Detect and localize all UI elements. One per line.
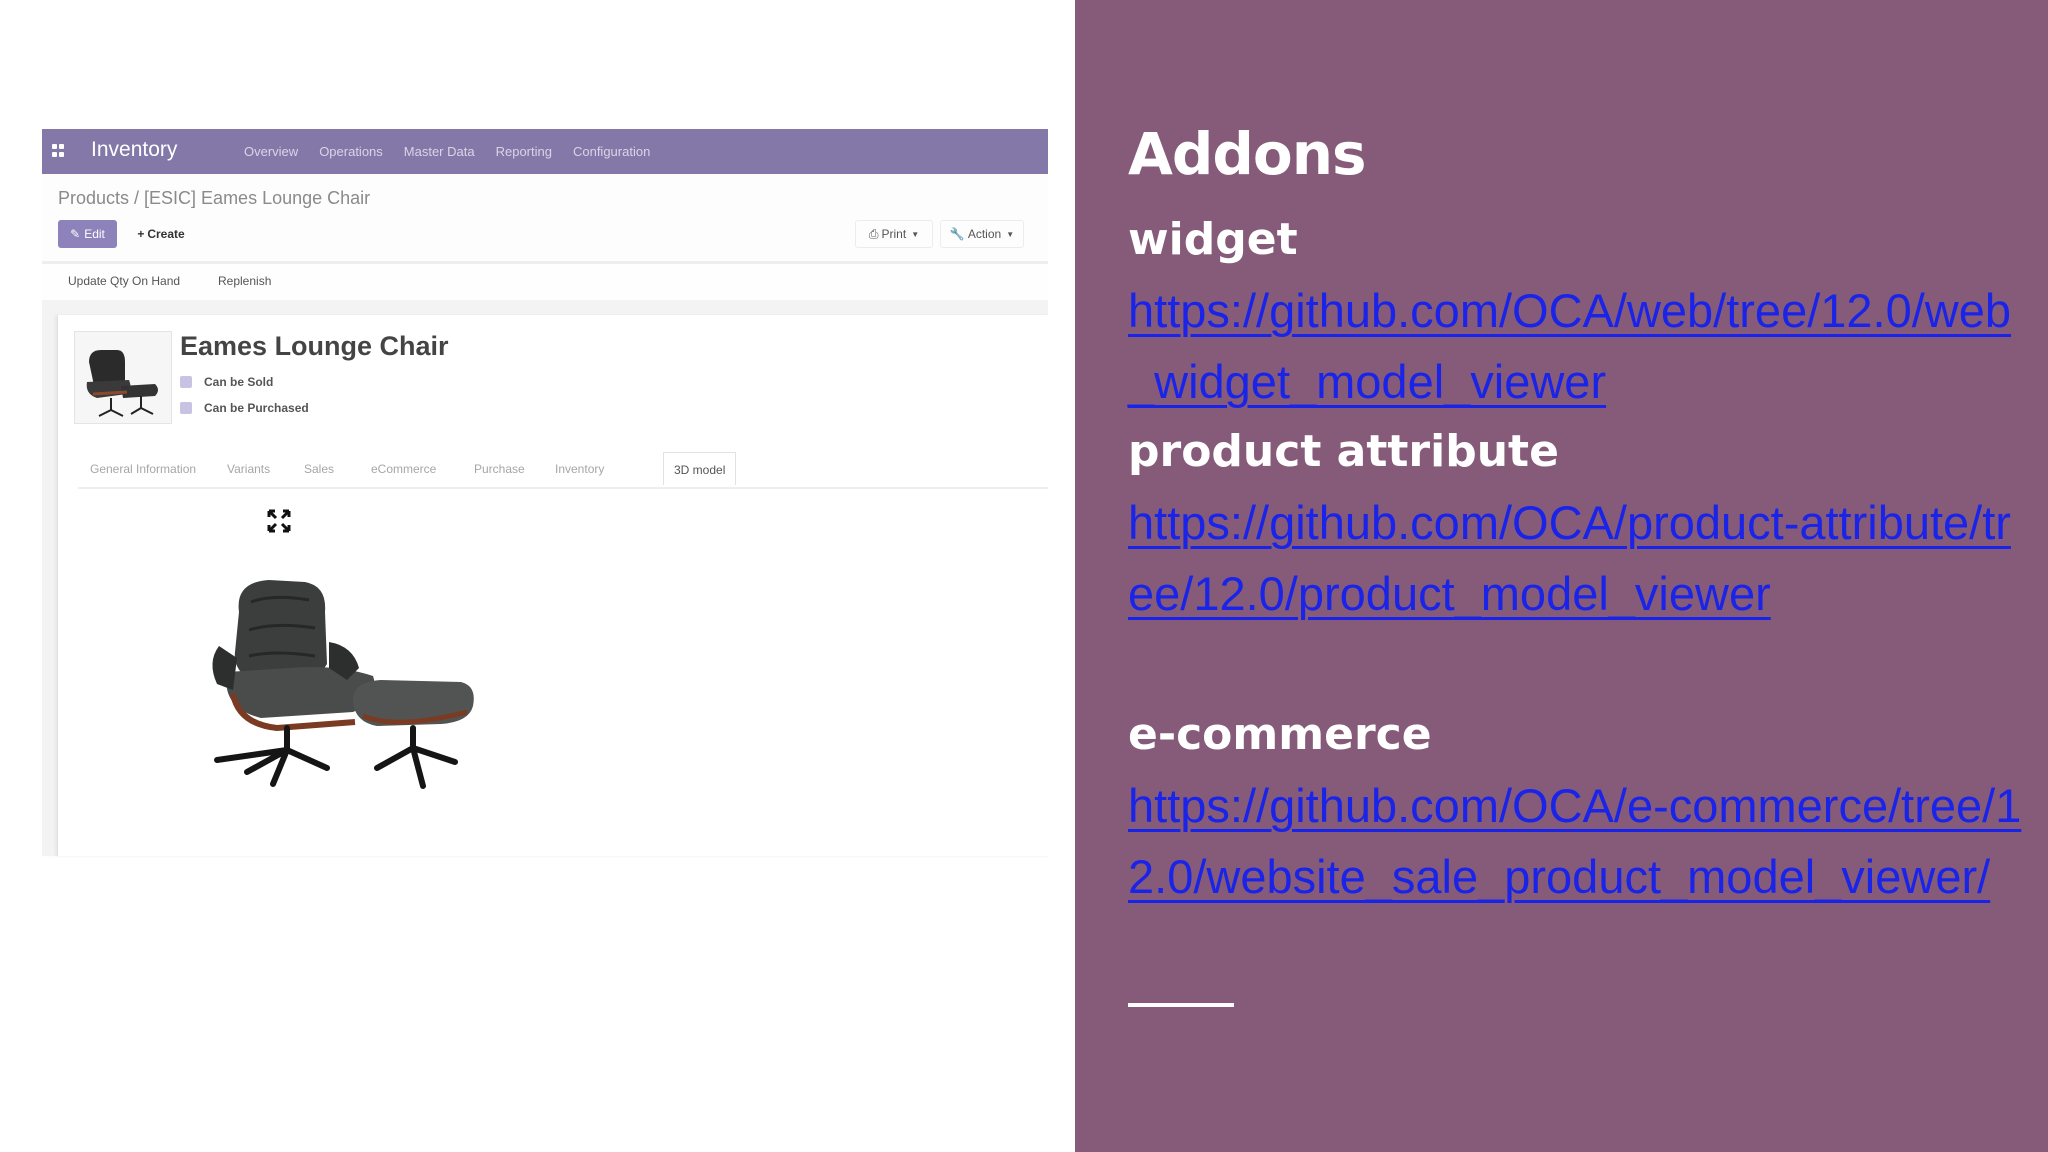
caret-down-icon: ▼ <box>911 229 920 239</box>
can-be-sold-label: Can be Sold <box>204 375 274 389</box>
divider-line <box>1128 1003 1234 1007</box>
plus-icon: + <box>137 227 145 241</box>
edit-button[interactable]: ✎ Edit <box>58 220 117 248</box>
menu-item-configuration[interactable]: Configuration <box>573 144 650 159</box>
menu-item-reporting[interactable]: Reporting <box>496 144 552 159</box>
apps-grid-icon[interactable] <box>52 144 65 157</box>
print-button-label: Print <box>881 227 907 241</box>
create-button-label: Create <box>147 227 185 241</box>
menu-item-operations[interactable]: Operations <box>319 144 383 159</box>
breadcrumb[interactable]: Products / [ESIC] Eames Lounge Chair <box>58 188 370 209</box>
can-be-purchased-checkbox[interactable] <box>180 402 192 414</box>
status-button-bar: Update Qty On Hand Replenish <box>42 261 1048 303</box>
action-button-label: Action <box>967 227 1002 241</box>
tab-inventory[interactable]: Inventory <box>555 462 604 476</box>
top-navbar: Inventory Overview Operations Master Dat… <box>42 129 1048 174</box>
widget-link[interactable]: https://github.com/OCA/web/tree/12.0/web… <box>1128 275 2028 417</box>
widget-label: widget <box>1128 214 1298 265</box>
pencil-icon: ✎ <box>70 227 81 241</box>
can-be-sold-checkbox[interactable] <box>180 376 192 388</box>
odoo-screenshot: Inventory Overview Operations Master Dat… <box>42 129 1049 858</box>
fullscreen-icon[interactable] <box>266 508 292 534</box>
printer-icon: ⎙ <box>868 226 879 241</box>
edit-button-label: Edit <box>84 227 105 241</box>
tab-3d-model[interactable]: 3D model <box>663 452 737 485</box>
action-button[interactable]: 🔧 Action ▼ <box>940 220 1024 248</box>
replenish-button[interactable]: Replenish <box>218 274 271 288</box>
caret-down-icon: ▼ <box>1006 229 1015 239</box>
tab-variants[interactable]: Variants <box>227 462 270 476</box>
wrench-icon: 🔧 <box>949 227 965 241</box>
tab-general-information[interactable]: General Information <box>90 462 196 476</box>
slide-title: Addons <box>1128 120 1367 188</box>
product-thumbnail[interactable] <box>74 331 172 424</box>
tab-purchase[interactable]: Purchase <box>474 462 525 476</box>
product-attribute-link[interactable]: https://github.com/OCA/product-attribute… <box>1128 487 2028 629</box>
product-name: Eames Lounge Chair <box>180 331 449 361</box>
menu-item-master-data[interactable]: Master Data <box>404 144 475 159</box>
tab-sales[interactable]: Sales <box>304 462 334 476</box>
create-button[interactable]: + Create <box>126 220 196 248</box>
product-attribute-label: product attribute <box>1128 426 1559 477</box>
3d-model-viewer[interactable] <box>177 572 477 802</box>
ecommerce-link[interactable]: https://github.com/OCA/e-commerce/tree/1… <box>1128 770 2028 912</box>
main-menu: Overview Operations Master Data Reportin… <box>244 144 650 159</box>
tab-ecommerce[interactable]: eCommerce <box>371 462 436 476</box>
app-name: Inventory <box>91 138 178 161</box>
can-be-purchased-label: Can be Purchased <box>204 401 309 415</box>
ecommerce-label: e-commerce <box>1128 709 1432 760</box>
update-qty-button[interactable]: Update Qty On Hand <box>68 274 180 288</box>
slide-panel: Addons widget https://github.com/OCA/web… <box>1075 0 2048 1152</box>
menu-item-overview[interactable]: Overview <box>244 144 298 159</box>
print-button[interactable]: ⎙ Print ▼ <box>855 220 933 248</box>
form-tabs: General Information Variants Sales eComm… <box>78 450 1048 489</box>
